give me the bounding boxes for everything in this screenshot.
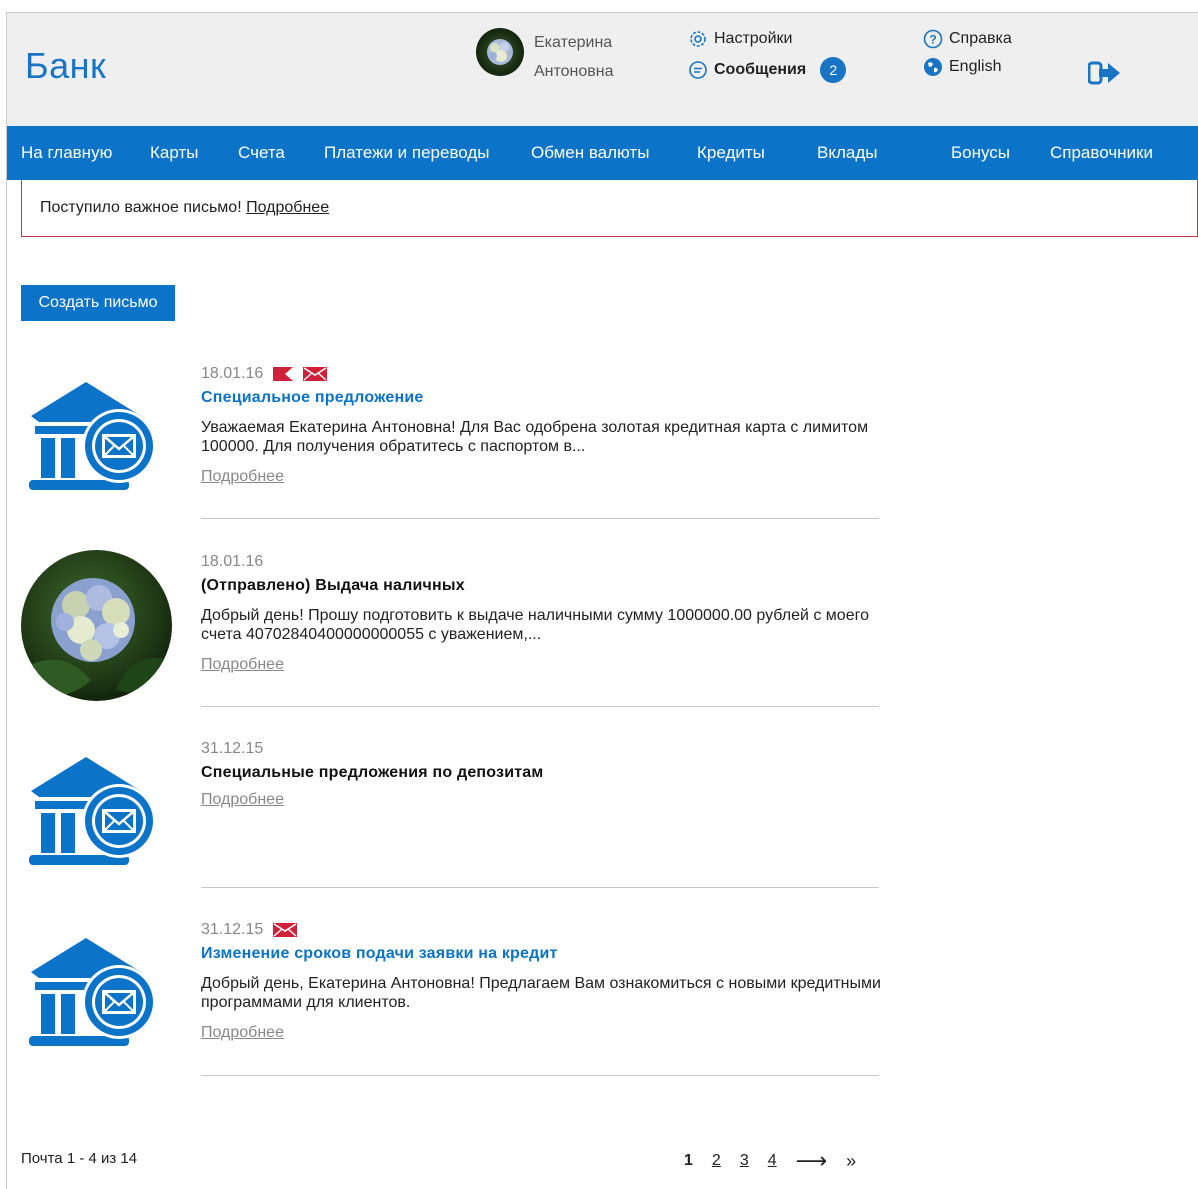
user-name[interactable]: Екатерина Антоновна [534, 28, 614, 86]
messages-label: Сообщения [714, 61, 807, 78]
bank-mail-icon [21, 382, 161, 499]
user-first-name: Екатерина [534, 34, 613, 51]
page-4[interactable]: 4 [768, 1152, 777, 1170]
message-divider [201, 706, 879, 707]
page-1[interactable]: 1 [684, 1152, 693, 1170]
settings-label: Настройки [714, 30, 793, 47]
nav-item-deposits[interactable]: Вклады [817, 126, 877, 180]
nav-item-reference[interactable]: Справочники [1050, 126, 1153, 180]
gear-icon [690, 31, 706, 47]
message-title[interactable]: Специальное предложение [201, 389, 881, 407]
message-date: 31.12.15 [201, 740, 264, 757]
user-last-name: Антоновна [534, 63, 614, 80]
language-label: English [949, 58, 1002, 75]
nav-item-exchange[interactable]: Обмен валюты [531, 126, 649, 180]
unread-envelope-icon [303, 367, 328, 381]
message-more-link[interactable]: Подробнее [201, 791, 284, 809]
create-letter-button[interactable]: Создать письмо [21, 285, 175, 321]
unread-envelope-icon [273, 923, 298, 937]
message-item[interactable]: 31.12.15 Специальные предложения по депо… [21, 737, 881, 897]
message-title[interactable]: Специальные предложения по депозитам [201, 764, 881, 782]
message-date: 31.12.15 [201, 921, 264, 938]
important-mail-alert: Поступило важное письмо! Подробнее [21, 180, 1198, 237]
user-photo [21, 550, 172, 706]
help-link[interactable]: ? Справка [923, 29, 1012, 49]
logout-button[interactable] [1087, 60, 1122, 91]
bank-logo[interactable]: Банк [25, 45, 106, 87]
message-more-link[interactable]: Подробнее [201, 1024, 284, 1042]
nav-item-home[interactable]: На главную [21, 126, 112, 180]
message-divider [201, 1075, 879, 1076]
messages-count-badge: 2 [820, 57, 847, 83]
page-3[interactable]: 3 [740, 1152, 749, 1170]
message-item[interactable]: 18.01.16 (Отправлено) Выдача наличных До… [21, 550, 881, 710]
nav-item-accounts[interactable]: Счета [238, 126, 285, 180]
main-nav: На главную Карты Счета Платежи и перевод… [7, 126, 1198, 180]
message-preview: Добрый день, Екатерина Антоновна! Предла… [201, 975, 881, 1011]
next-page-arrow-icon[interactable]: ⟶ [796, 1148, 828, 1174]
page-2[interactable]: 2 [712, 1152, 721, 1170]
svg-text:?: ? [929, 33, 936, 47]
message-date: 18.01.16 [201, 365, 264, 382]
bank-mail-icon [21, 938, 161, 1055]
message-item[interactable]: 31.12.15 Изменение сроков подачи заявки … [21, 918, 881, 1078]
logout-icon [1087, 61, 1120, 85]
messages-link[interactable]: Сообщения 2 [688, 57, 847, 83]
flag-icon[interactable] [273, 367, 294, 381]
message-more-link[interactable]: Подробнее [201, 468, 284, 486]
pagination-info: Почта 1 - 4 из 14 [21, 1150, 138, 1167]
message-item[interactable]: 18.01.16 Специальное предложение Уважаем… [21, 362, 881, 522]
globe-icon [924, 58, 942, 76]
help-label: Справка [949, 30, 1012, 47]
language-link[interactable]: English [923, 57, 1001, 77]
nav-item-cards[interactable]: Карты [150, 126, 198, 180]
message-divider [201, 518, 879, 519]
message-divider [201, 887, 879, 888]
message-preview: Добрый день! Прошу подготовить к выдаче … [201, 607, 869, 643]
settings-link[interactable]: Настройки [688, 29, 792, 49]
bank-mail-icon [21, 757, 161, 874]
nav-item-credits[interactable]: Кредиты [697, 126, 765, 180]
message-preview: Уважаемая Екатерина Антоновна! Для Вас о… [201, 419, 869, 455]
alert-text: Поступило важное письмо! [40, 199, 242, 216]
chat-icon [689, 61, 707, 79]
message-title[interactable]: Изменение сроков подачи заявки на кредит [201, 945, 881, 963]
message-more-link[interactable]: Подробнее [201, 656, 284, 674]
message-title[interactable]: (Отправлено) Выдача наличных [201, 577, 881, 595]
message-date: 18.01.16 [201, 553, 264, 570]
nav-item-payments[interactable]: Платежи и переводы [324, 126, 490, 180]
last-page-icon[interactable]: » [846, 1151, 856, 1172]
help-icon: ? [923, 29, 943, 49]
nav-item-bonuses[interactable]: Бонусы [951, 126, 1010, 180]
user-avatar[interactable] [476, 28, 524, 76]
pagination: 1 2 3 4 ⟶ » [684, 1148, 875, 1174]
alert-more-link[interactable]: Подробнее [246, 199, 329, 216]
